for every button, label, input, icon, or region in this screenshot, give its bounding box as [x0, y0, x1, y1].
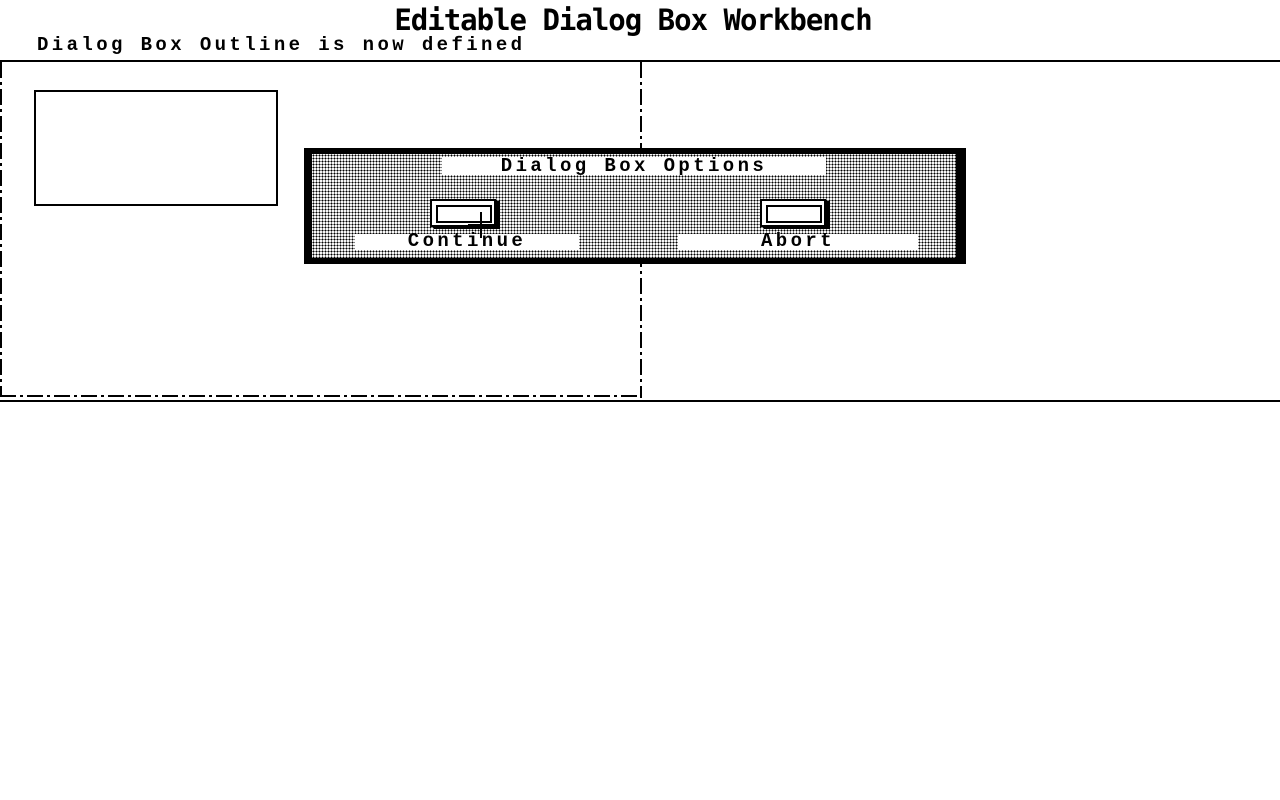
- app-title: Editable Dialog Box Workbench: [394, 3, 872, 37]
- dialog-title: Dialog Box Options: [442, 157, 826, 176]
- abort-button-inner[interactable]: [766, 205, 822, 223]
- continue-button-frame[interactable]: [430, 199, 496, 227]
- status-message: Dialog Box Outline is now defined: [37, 34, 526, 56]
- continue-button-inner[interactable]: [436, 205, 492, 223]
- abort-button-label[interactable]: Abort: [678, 232, 918, 251]
- dialog-box-options: Dialog Box Options Continue Abort: [304, 148, 966, 264]
- abort-button-frame[interactable]: [760, 199, 826, 227]
- abort-button[interactable]: [760, 199, 832, 227]
- dialog-outline-box[interactable]: [34, 90, 278, 206]
- continue-button-label[interactable]: Continue: [355, 232, 579, 251]
- continue-button[interactable]: [430, 199, 502, 227]
